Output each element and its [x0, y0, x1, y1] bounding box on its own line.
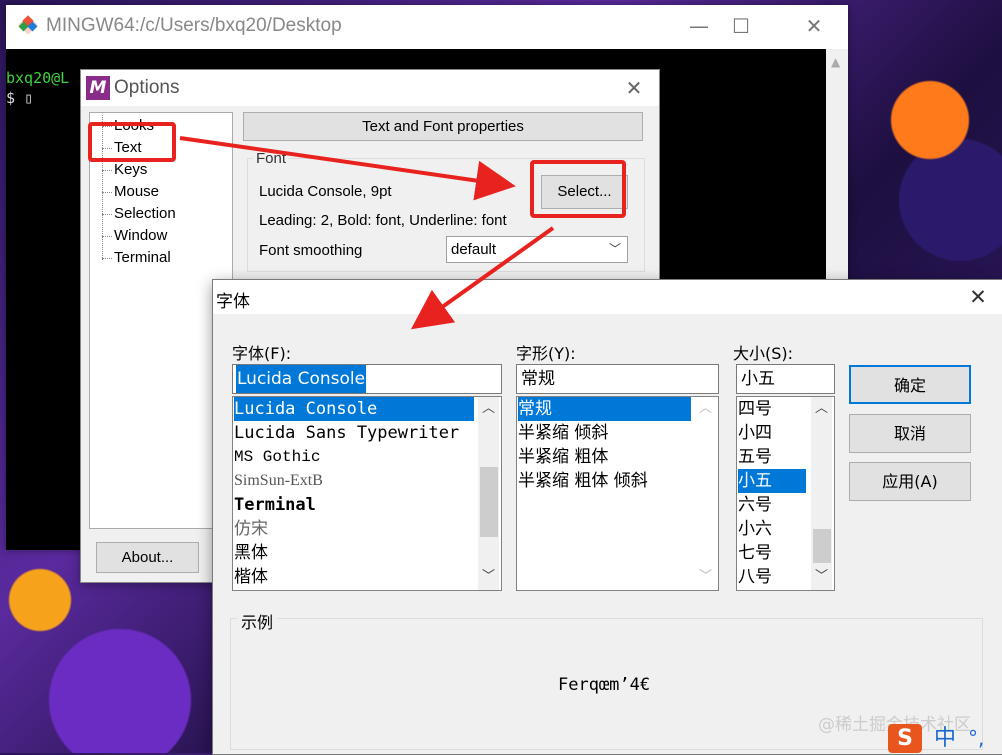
arrow-to-font-dialog: [410, 226, 555, 330]
annotation-arrows: [179, 136, 555, 330]
ime-indicator[interactable]: S 中 °,: [888, 724, 998, 753]
ime-language-label[interactable]: 中: [934, 724, 956, 753]
arrow-to-select: [179, 136, 516, 201]
sogou-ime-icon[interactable]: S: [888, 724, 922, 753]
ime-punctuation-icon[interactable]: °,: [968, 724, 984, 753]
